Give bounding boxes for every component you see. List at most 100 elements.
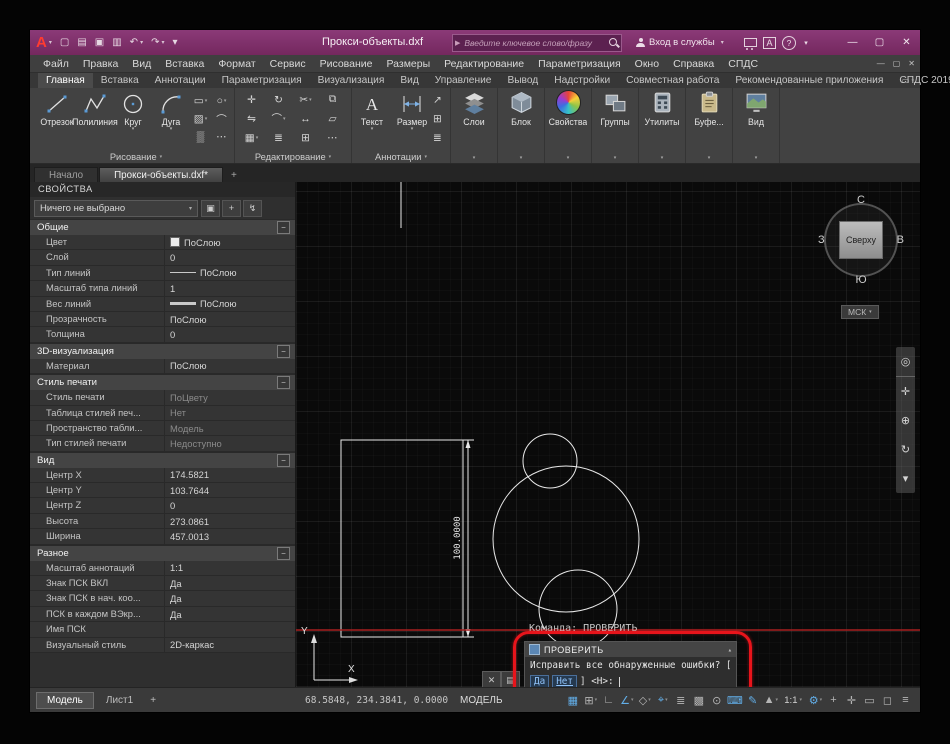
ribbon-tab[interactable]: Аннотации [147, 73, 214, 88]
ribbon-tab[interactable]: СПДС 2019 [891, 73, 950, 88]
section-header[interactable]: 3D-визуализация − [30, 342, 295, 359]
snap-icon[interactable]: ⊞ ▾ [582, 691, 599, 709]
mirror-icon[interactable]: ⇋ [238, 109, 265, 128]
app-exchange-icon[interactable]: A [762, 30, 777, 55]
ribbon-tab[interactable]: Вид [392, 73, 426, 88]
collapse-icon[interactable]: − [277, 546, 290, 560]
copy-icon[interactable]: ⧉ [319, 90, 346, 109]
menu-item[interactable]: Файл [36, 58, 76, 70]
property-row[interactable]: Визуальный стиль 2D-каркас [30, 637, 295, 653]
expand-icon[interactable]: ▴ [728, 646, 732, 654]
signin-control[interactable]: Вход в службы ▾ [636, 30, 724, 55]
nav-pan-icon[interactable]: ✛ [896, 377, 915, 406]
collapse-icon[interactable]: − [277, 344, 290, 358]
ribbon-panel-button[interactable]: Блок ▾ [498, 88, 545, 163]
viewcube-face[interactable]: Сверху [839, 221, 883, 259]
property-row[interactable]: Масштаб типа линий 1 [30, 281, 295, 297]
menu-item[interactable]: Редактирование [437, 58, 531, 70]
search-icon[interactable] [607, 36, 621, 50]
commandline-customize-button[interactable]: ▤ [501, 671, 520, 687]
ribbon-button[interactable]: Размер ▾ [392, 90, 432, 150]
option-no-button[interactable]: Нет [552, 675, 577, 687]
property-row[interactable]: Прозрачность ПоСлою [30, 311, 295, 328]
property-row[interactable]: Знак ПСК ВКЛ Да [30, 576, 295, 592]
menu-item[interactable]: Параметризация [531, 58, 628, 70]
property-row[interactable]: Стиль печати ПоЦвету [30, 390, 295, 406]
ribbon-panel-button[interactable]: Буфе... ▾ [686, 88, 733, 163]
undo-icon[interactable]: ↶ ▾ [127, 37, 146, 48]
qat-menu-icon[interactable]: ▾ [169, 37, 180, 48]
rectangle-icon[interactable]: ▭ ▾ [190, 92, 211, 110]
collapse-icon[interactable]: − [277, 221, 290, 234]
menu-item[interactable]: Рисование [313, 58, 380, 70]
select-objects-icon[interactable]: + [222, 199, 241, 217]
add-layout-button[interactable]: + [145, 695, 161, 706]
more-draw-icon[interactable]: ⋯ [211, 128, 232, 146]
quick-select-icon[interactable]: ↯ [243, 199, 262, 217]
ribbon-button[interactable]: Отрезок [38, 90, 76, 150]
new-file-icon[interactable]: ▢ [57, 37, 72, 48]
collapse-icon[interactable]: − [277, 376, 290, 390]
open-file-icon[interactable]: ▤ [74, 37, 89, 48]
help-icon[interactable]: ? [781, 30, 797, 55]
array-icon[interactable]: ▦ ▾ [238, 128, 265, 147]
rotate-icon[interactable]: ↻ [265, 90, 292, 109]
layout-tab[interactable]: Лист1 [96, 693, 143, 708]
option-yes-button[interactable]: Да [530, 675, 550, 687]
document-tab[interactable]: Прокси-объекты.dxf* [99, 167, 223, 182]
property-row[interactable]: Имя ПСК [30, 622, 295, 638]
ribbon-tab[interactable]: Вставка [93, 73, 147, 88]
autoscale-icon[interactable]: ▲ ▾ [762, 691, 779, 709]
property-row[interactable]: Масштаб аннотаций 1:1 [30, 560, 295, 577]
leader-icon[interactable]: ↗ [433, 90, 442, 109]
minimize-button[interactable]: — [839, 30, 866, 55]
panel-footer[interactable]: Редактирование ▾ [235, 150, 351, 163]
ortho-icon[interactable]: ∟ [600, 691, 617, 709]
workspace-icon[interactable]: ⚙ ▾ [807, 691, 824, 709]
ribbon-button[interactable]: Дуга ▾ [152, 90, 190, 150]
scale-control[interactable]: 1:1 ▾ [780, 695, 806, 706]
doc-minimize-button[interactable]: — [877, 59, 885, 68]
space-toggle[interactable]: МОДЕЛЬ [460, 695, 502, 706]
ribbon-tab[interactable]: Надстройки [546, 73, 618, 88]
ribbon-button[interactable]: Круг ▾ [114, 90, 152, 150]
drawing-area[interactable]: 100.0000 Y X С Ю З В Сверху МСК ▾ ◎ ✛ ⊕ … [296, 182, 920, 687]
isolate-icon[interactable]: ◻ [879, 691, 896, 709]
property-row[interactable]: Высота 273.0861 [30, 513, 295, 530]
save-icon[interactable]: ▣ [92, 37, 107, 48]
panel-expand-button[interactable]: ▾ [498, 153, 544, 163]
section-header[interactable]: Общие − [30, 219, 295, 235]
collapse-icon[interactable]: − [277, 453, 290, 467]
doc-close-button[interactable]: ✕ [908, 59, 915, 68]
plot-icon[interactable]: ▥ [109, 37, 124, 48]
boundary-icon[interactable]: ⌒ [211, 110, 232, 128]
property-row[interactable]: Тип линий ПоСлою [30, 265, 295, 282]
property-row[interactable]: Знак ПСК в нач. коо... Да [30, 591, 295, 607]
menu-item[interactable]: Окно [628, 58, 666, 70]
ribbon-tab[interactable]: Управление [427, 73, 500, 88]
section-header[interactable]: Стиль печати − [30, 374, 295, 391]
layout-tab[interactable]: Модель [36, 691, 94, 709]
fillet-icon[interactable]: ⌒ ▾ [265, 109, 292, 128]
menu-item[interactable]: Правка [76, 58, 125, 70]
ribbon-tab[interactable]: Параметризация [214, 73, 310, 88]
new-tab-button[interactable]: + [224, 168, 244, 182]
selection-dropdown[interactable]: Ничего не выбрано ▾ [34, 199, 198, 217]
more-edit-icon[interactable]: ⋯ [319, 128, 346, 147]
move-icon[interactable]: ✛ [238, 90, 265, 109]
ribbon-panel-button[interactable]: Утилиты ▾ [639, 88, 686, 163]
menu-item[interactable]: СПДС [721, 58, 765, 70]
ribbon-panel-button[interactable]: Вид ▾ [733, 88, 780, 163]
menu-item[interactable]: Размеры [380, 58, 438, 70]
ribbon-panel-button[interactable]: Свойства ▾ [545, 88, 592, 163]
customize-icon[interactable]: ≡ [897, 691, 914, 709]
store-icon[interactable] [742, 30, 758, 55]
lineweight-icon[interactable]: ≣ [672, 691, 689, 709]
polar-icon[interactable]: ∠ ▾ [618, 691, 635, 709]
ribbon-tab[interactable]: Главная [38, 73, 93, 88]
panel-footer[interactable]: Рисование ▾ [38, 150, 234, 163]
doc-restore-button[interactable]: ▢ [893, 59, 901, 68]
quick-properties-icon[interactable]: ▭ [861, 691, 878, 709]
menu-item[interactable]: Формат [211, 58, 262, 70]
property-row[interactable]: ПСК в каждом ВЭкр... Да [30, 606, 295, 623]
